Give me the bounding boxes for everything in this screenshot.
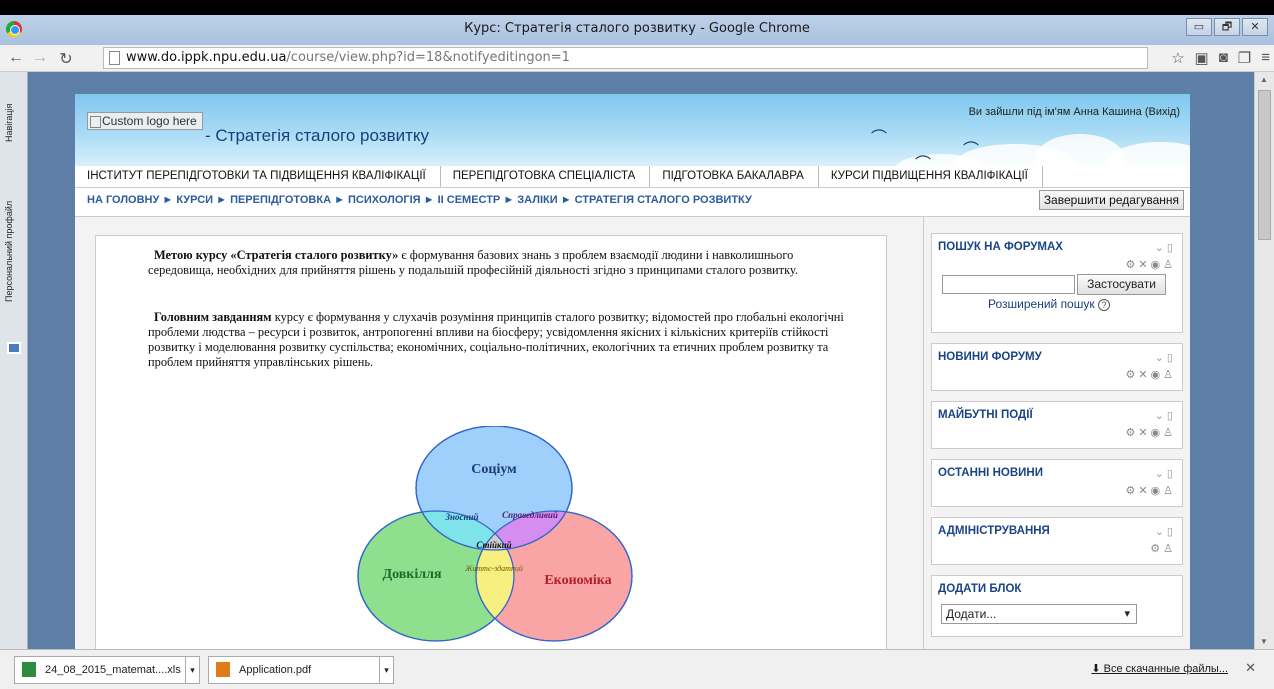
profile-tab[interactable]: Персональний профайл <box>4 201 14 302</box>
forum-search-block: ПОШУК НА ФОРУМАХ ⌄▯ ⚙✕◉♙ Застосувати Роз… <box>931 233 1183 333</box>
block-title: ОСТАННІ НОВИНИ <box>938 467 1043 479</box>
add-block-block: ДОДАТИ БЛОК Додати... <box>931 575 1183 637</box>
block-title: МАЙБУТНІ ПОДІЇ <box>938 409 1033 421</box>
course-tasks-paragraph: Головним завданням курсу є формування у … <box>148 310 844 369</box>
venn-label-viable: Життє-здатний <box>464 564 523 573</box>
search-apply-button[interactable]: Застосувати <box>1077 274 1166 295</box>
url-host: www.do.ippk.npu.edu.ua <box>126 50 287 65</box>
maximize-button[interactable]: 🗗 <box>1214 18 1240 36</box>
dock-toggle-icon[interactable] <box>7 342 21 354</box>
minimize-button[interactable]: ▭ <box>1186 18 1212 36</box>
close-downloads-icon[interactable]: ✕ <box>1245 660 1256 676</box>
download-item[interactable]: 24_08_2015_matemat....xls ▾ <box>14 656 200 684</box>
site-logo[interactable]: Custom logo here <box>87 112 203 130</box>
all-downloads-link[interactable]: ⬇ Все скачанные файлы... <box>1091 662 1228 675</box>
bird-icon: ⌒ <box>915 156 932 166</box>
window-title: Курс: Стратегія сталого розвитку - Googl… <box>464 21 810 36</box>
shield-extension-icon[interactable]: ◙ <box>1219 49 1228 67</box>
page-viewport: Custom logo here - Стратегія сталого роз… <box>28 72 1254 649</box>
back-arrow-icon[interactable]: ← <box>6 49 26 67</box>
venn-label-society: Соціум <box>471 462 517 477</box>
add-block-select[interactable]: Додати... <box>941 604 1137 624</box>
venn-label-equitable: Справедливий <box>502 510 558 520</box>
upcoming-events-block: МАЙБУТНІ ПОДІЇ ⌄▯ ⚙✕◉♙ <box>931 401 1183 449</box>
menu-icon[interactable]: ≡ <box>1261 49 1270 67</box>
scroll-down-icon[interactable]: ▼ <box>1260 637 1268 646</box>
reload-icon[interactable]: ↻ <box>56 49 76 69</box>
navigation-tab[interactable]: Навігація <box>4 104 14 142</box>
block-collapse-icon[interactable]: ⌄▯ <box>1155 241 1176 254</box>
close-button[interactable]: ✕ <box>1242 18 1268 36</box>
block-edit-icons[interactable]: ⚙✕◉♙ <box>1125 426 1176 439</box>
block-title: ДОДАТИ БЛОК <box>938 583 1022 595</box>
moodle-page: Custom logo here - Стратегія сталого роз… <box>75 94 1190 649</box>
browser-window: Курс: Стратегія сталого розвитку - Googl… <box>0 15 1274 689</box>
browser-toolbar: ← → ↻ www.do.ippk.npu.edu.ua/course/view… <box>0 45 1274 72</box>
clipboard-icon[interactable]: ❐ <box>1238 49 1251 67</box>
advanced-search-link[interactable]: Розширений пошук ? <box>988 297 1110 311</box>
finish-editing-button[interactable]: Завершити редагування <box>1038 190 1184 210</box>
venn-label-economy: Економіка <box>544 573 611 588</box>
excel-file-icon <box>22 662 36 677</box>
content-area: Метою курсу «Стратегія сталого розвитку»… <box>75 216 1190 649</box>
scrollbar-thumb[interactable] <box>1258 90 1271 240</box>
venn-label-sustainable: Стійкий <box>476 540 511 550</box>
vertical-scrollbar[interactable]: ▲ ▼ <box>1254 72 1274 649</box>
block-title: ПОШУК НА ФОРУМАХ <box>938 241 1063 253</box>
bird-icon: ⌒ <box>963 142 980 159</box>
breadcrumb[interactable]: НА ГОЛОВНУ ► КУРСИ ► ПЕРЕПІДГОТОВКА ► ПС… <box>87 194 752 206</box>
venn-label-environment: Довкілля <box>382 567 442 582</box>
login-info[interactable]: Ви зайшли під ім'ям Анна Кашина (Вихід) <box>969 106 1180 118</box>
help-icon: ? <box>1097 299 1110 311</box>
main-menu: ІНСТИТУТ ПЕРЕПІДГОТОВКИ ТА ПІДВИЩЕННЯ КВ… <box>75 166 1190 188</box>
scroll-up-icon[interactable]: ▲ <box>1260 75 1268 84</box>
pdf-file-icon <box>216 662 230 677</box>
administration-block: АДМІНІСТРУВАННЯ ⌄▯ ⚙♙ <box>931 517 1183 565</box>
site-header: Custom logo here - Стратегія сталого роз… <box>75 94 1190 166</box>
menu-item[interactable]: КУРСИ ПІДВИЩЕННЯ КВАЛІФІКАЦІЇ <box>819 166 1043 187</box>
venn-diagram: Соціум Довкілля Економіка Зносний Справе… <box>357 426 633 642</box>
menu-item[interactable]: ІНСТИТУТ ПЕРЕПІДГОТОВКИ ТА ПІДВИЩЕННЯ КВ… <box>75 166 441 187</box>
block-collapse-icon[interactable]: ⌄▯ <box>1155 467 1176 480</box>
block-edit-icons[interactable]: ⚙✕◉♙ <box>1125 258 1176 271</box>
block-title: АДМІНІСТРУВАННЯ <box>938 525 1050 537</box>
address-bar[interactable]: www.do.ippk.npu.edu.ua/course/view.php?i… <box>103 47 1148 69</box>
title-bar: Курс: Стратегія сталого розвитку - Googl… <box>0 15 1274 45</box>
menu-item[interactable]: ПІДГОТОВКА БАКАЛАВРА <box>650 166 819 187</box>
block-edit-icons[interactable]: ⚙✕◉♙ <box>1125 368 1176 381</box>
forum-search-input[interactable] <box>942 275 1075 294</box>
block-edit-icons[interactable]: ⚙✕◉♙ <box>1125 484 1176 497</box>
course-goal-paragraph: Метою курсу «Стратегія сталого розвитку»… <box>148 248 798 277</box>
side-dock: Навігація Персональний профайл <box>0 72 28 649</box>
downloads-bar: 24_08_2015_matemat....xls ▾ Application.… <box>0 649 1274 689</box>
site-name[interactable]: - Стратегія сталого розвитку <box>205 126 429 146</box>
block-collapse-icon[interactable]: ⌄▯ <box>1155 351 1176 364</box>
forward-arrow-icon[interactable]: → <box>30 49 50 67</box>
chevron-down-icon[interactable]: ▾ <box>185 657 199 683</box>
block-title: НОВИНИ ФОРУМУ <box>938 351 1042 363</box>
block-collapse-icon[interactable]: ⌄▯ <box>1155 409 1176 422</box>
bird-icon: ⌒ <box>871 130 888 147</box>
menu-item[interactable]: ПЕРЕПІДГОТОВКА СПЕЦІАЛІСТА <box>441 166 651 187</box>
right-sidebar: ПОШУК НА ФОРУМАХ ⌄▯ ⚙✕◉♙ Застосувати Роз… <box>923 217 1190 649</box>
download-item[interactable]: Application.pdf ▾ <box>208 656 394 684</box>
url-path: /course/view.php?id=18&notifyeditingon=1 <box>286 50 570 65</box>
bookmark-star-icon[interactable]: ☆ <box>1171 49 1184 67</box>
block-collapse-icon[interactable]: ⌄▯ <box>1155 525 1176 538</box>
forum-news-block: НОВИНИ ФОРУМУ ⌄▯ ⚙✕◉♙ <box>931 343 1183 391</box>
extension-icon[interactable]: ▣ <box>1195 49 1209 67</box>
chevron-down-icon[interactable]: ▾ <box>379 657 393 683</box>
course-summary: Метою курсу «Стратегія сталого розвитку»… <box>95 235 887 649</box>
latest-news-block: ОСТАННІ НОВИНИ ⌄▯ ⚙✕◉♙ <box>931 459 1183 507</box>
page-icon <box>109 51 120 65</box>
block-edit-icons[interactable]: ⚙♙ <box>1150 542 1176 555</box>
venn-label-bearable: Зносний <box>444 512 478 522</box>
